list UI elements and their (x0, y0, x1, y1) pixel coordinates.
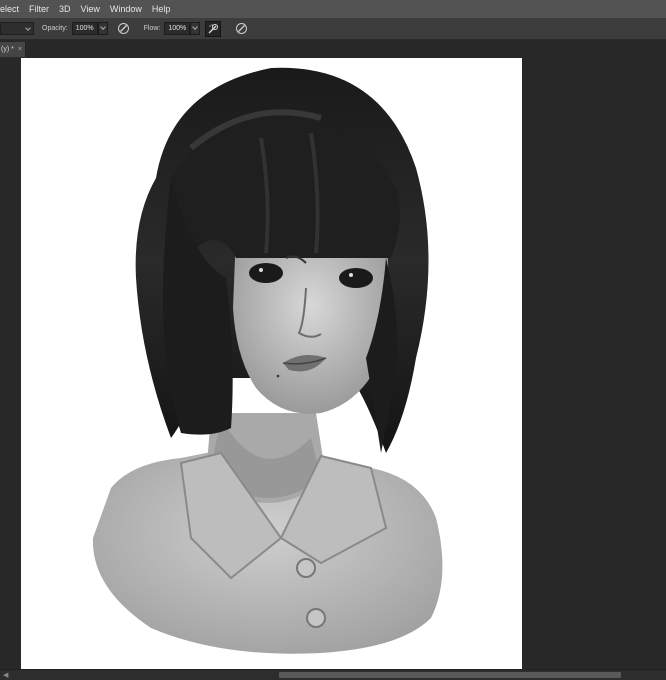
brush-mode-dropdown[interactable] (0, 22, 34, 35)
document-tab[interactable]: (y) * × (0, 42, 26, 57)
workspace (0, 57, 666, 669)
flow-field[interactable]: 100% (164, 22, 191, 35)
opacity-dropdown[interactable] (97, 22, 108, 35)
scrollbar-thumb[interactable] (279, 672, 621, 678)
menu-view[interactable]: View (76, 4, 105, 14)
document-canvas[interactable] (21, 58, 522, 669)
menu-help[interactable]: Help (147, 4, 176, 14)
menu-select[interactable]: elect (0, 4, 24, 14)
airbrush-icon[interactable] (205, 20, 222, 37)
menu-window[interactable]: Window (105, 4, 147, 14)
scroll-left-icon[interactable]: ◀ (3, 671, 8, 679)
document-tab-bar: (y) * × (0, 40, 666, 57)
portrait-painting (92, 67, 443, 654)
flow-label: Flow: (143, 25, 161, 32)
menu-bar: elect Filter 3D View Window Help (0, 0, 666, 18)
menu-filter[interactable]: Filter (24, 4, 54, 14)
tool-options-bar: Opacity: 100% Flow: 100% (0, 18, 666, 40)
opacity-field[interactable]: 100% (71, 22, 98, 35)
opacity-label: Opacity: (42, 25, 68, 32)
document-tab-label: (y) * (1, 46, 14, 53)
stylus-pressure-opacity-icon[interactable] (116, 21, 132, 37)
menu-3d[interactable]: 3D (54, 4, 76, 14)
close-icon[interactable]: × (18, 46, 22, 53)
flow-dropdown[interactable] (190, 22, 201, 35)
horizontal-scrollbar[interactable]: ◀ (0, 669, 666, 680)
stylus-pressure-size-icon[interactable] (233, 21, 249, 37)
